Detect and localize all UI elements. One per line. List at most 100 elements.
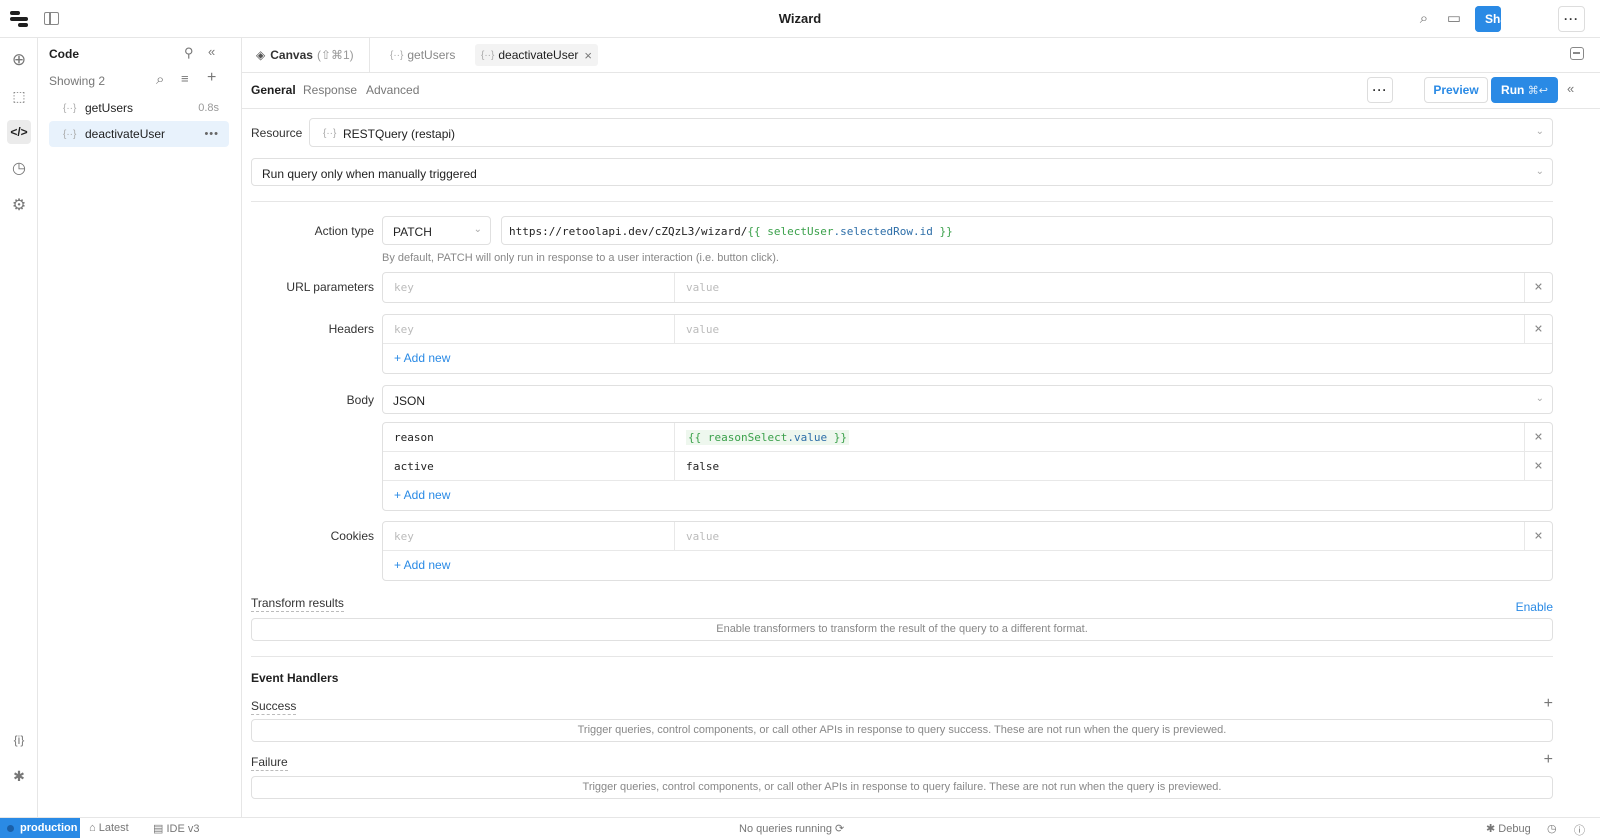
help-icon[interactable]: ⓘ (1574, 822, 1585, 838)
debug-bug-icon[interactable]: ✱ (7, 764, 31, 788)
url-param-key-input[interactable]: key (383, 273, 675, 302)
pin-icon[interactable]: ⚲ (184, 45, 194, 61)
debug-button[interactable]: ✱ Debug (1486, 822, 1531, 835)
remove-row-icon[interactable]: × (1524, 423, 1552, 452)
failure-handlers-placeholder: Trigger queries, control components, or … (251, 776, 1553, 799)
preview-app-icon[interactable]: ▭ (1445, 10, 1463, 28)
divider (251, 201, 1553, 202)
app-title: Wizard (778, 11, 822, 26)
add-icon[interactable]: ⊕ (7, 48, 31, 72)
preview-button[interactable]: Preview (1424, 77, 1488, 103)
add-query-icon[interactable]: + (207, 69, 216, 87)
remove-row-icon[interactable]: × (1524, 315, 1552, 344)
tab-deactivateuser[interactable]: {··} deactivateUser × (475, 44, 598, 66)
query-name: getUsers (85, 101, 134, 115)
cookie-value-input[interactable]: value (675, 522, 1524, 551)
environment-badge[interactable]: production (0, 818, 80, 838)
transform-results-label: Transform results (251, 596, 344, 612)
add-success-handler-icon[interactable]: + (1544, 695, 1553, 713)
url-parameters-table: key value × (382, 272, 1553, 303)
body-value-input[interactable]: {{ reasonSelect.value }} (675, 423, 1524, 452)
history-icon[interactable]: ◷ (7, 157, 31, 181)
toggle-panel-icon[interactable] (44, 12, 59, 25)
trigger-select[interactable]: Run query only when manually triggered ⌄ (251, 158, 1553, 186)
tab-canvas[interactable]: ◈ Canvas (⇧⌘1) (250, 44, 360, 66)
subtab-general[interactable]: General (251, 83, 296, 97)
subtab-response[interactable]: Response (303, 83, 357, 97)
remove-row-icon[interactable]: × (1524, 273, 1552, 302)
retool-logo-icon[interactable] (10, 11, 28, 27)
body-key-input[interactable]: active (383, 452, 675, 481)
collapse-right-icon[interactable]: « (1567, 81, 1574, 96)
state-inspector-icon[interactable]: {i} (7, 728, 31, 752)
body-label: Body (346, 393, 374, 407)
url-param-value-input[interactable]: value (675, 273, 1524, 302)
share-button[interactable]: Share (1475, 6, 1501, 32)
enable-transform-link[interactable]: Enable (1516, 600, 1553, 614)
body-row: reason {{ reasonSelect.value }} × (383, 423, 1552, 452)
query-options-icon[interactable]: ••• (204, 128, 219, 140)
body-row: active false × (383, 452, 1552, 481)
add-cookie-button[interactable]: + Add new (383, 551, 1552, 580)
query-brace-icon: {··} (63, 102, 77, 114)
code-panel-title: Code (49, 47, 79, 61)
chevron-down-icon: ⌄ (473, 224, 482, 235)
action-type-select[interactable]: PATCH ⌄ (382, 216, 491, 245)
query-item-deactivateuser[interactable]: {··} deactivateUser ••• (49, 121, 229, 147)
query-brace-icon: {··} (323, 128, 337, 139)
success-handlers-placeholder: Trigger queries, control components, or … (251, 719, 1553, 742)
code-panel: Code ⚲ « Showing 2 ⌕ ≡ + {··} getUsers 0… (38, 38, 242, 817)
run-button[interactable]: Run ⌘↩ (1491, 77, 1558, 103)
query-brace-icon: {··} (481, 49, 495, 61)
query-item-getusers[interactable]: {··} getUsers 0.8s (49, 95, 229, 121)
action-type-hint: By default, PATCH will only run in respo… (382, 252, 779, 264)
add-body-row-button[interactable]: + Add new (383, 481, 1552, 510)
filter-icon[interactable]: ≡ (181, 71, 189, 86)
url-parameters-label: URL parameters (286, 280, 374, 294)
history-icon[interactable]: ◷ (1547, 822, 1557, 835)
more-options-button[interactable]: ··· (1558, 6, 1585, 32)
url-input[interactable]: https://retoolapi.dev/cZQzL3/wizard/{{ s… (501, 216, 1553, 245)
headers-table: key value × + Add new (382, 314, 1553, 374)
remove-row-icon[interactable]: × (1524, 522, 1552, 551)
collapse-panel-icon[interactable]: « (208, 44, 215, 59)
close-tab-icon[interactable]: × (584, 48, 592, 63)
query-status: No queries running ⟳ (739, 823, 845, 835)
tab-divider (369, 38, 370, 73)
version-tag[interactable]: ⌂ Latest (89, 822, 129, 834)
query-more-button[interactable]: ··· (1367, 77, 1393, 103)
subtab-advanced[interactable]: Advanced (366, 83, 419, 97)
cookies-label: Cookies (330, 529, 374, 543)
headers-label: Headers (328, 322, 374, 336)
ide-version[interactable]: ▤ IDE v3 (153, 822, 199, 835)
search-queries-icon[interactable]: ⌕ (156, 71, 164, 88)
body-key-input[interactable]: reason (383, 423, 675, 452)
query-name: deactivateUser (85, 127, 166, 141)
add-header-button[interactable]: + Add new (383, 344, 1552, 373)
editor-tabs: ◈ Canvas (⇧⌘1) {··} getUsers {··} deacti… (242, 38, 1600, 73)
resource-label: Resource (251, 126, 303, 140)
header-key-input[interactable]: key (383, 315, 675, 344)
query-runtime: 0.8s (198, 102, 219, 114)
top-bar: Wizard ⌕ ▭ 🔗 Share ··· (0, 0, 1600, 38)
chevron-down-icon: ⌄ (1535, 393, 1544, 404)
settings-gear-icon[interactable]: ⚙ (7, 194, 31, 218)
cookie-key-input[interactable]: key (383, 522, 675, 551)
header-value-input[interactable]: value (675, 315, 1524, 344)
remove-row-icon[interactable]: × (1524, 452, 1552, 481)
body-value-input[interactable]: false (675, 452, 1524, 481)
collapse-editor-icon[interactable] (1570, 47, 1584, 60)
layers-icon: ◈ (256, 48, 266, 62)
divider (251, 656, 1553, 657)
code-icon[interactable]: </> (7, 120, 31, 144)
left-rail: ⊕ ⬚ </> ◷ ⚙ {i} ✱ (0, 38, 38, 817)
success-label: Success (251, 699, 297, 715)
tab-getusers[interactable]: {··} getUsers (384, 44, 461, 66)
search-icon[interactable]: ⌕ (1415, 10, 1433, 28)
query-count: Showing 2 (49, 74, 106, 88)
body-type-select[interactable]: JSON ⌄ (382, 385, 1553, 414)
component-tree-icon[interactable]: ⬚ (7, 84, 31, 108)
resource-select[interactable]: {··} RESTQuery (restapi) ⌄ (309, 118, 1553, 147)
add-failure-handler-icon[interactable]: + (1544, 751, 1553, 769)
layout-icon: ▤ (153, 823, 164, 835)
